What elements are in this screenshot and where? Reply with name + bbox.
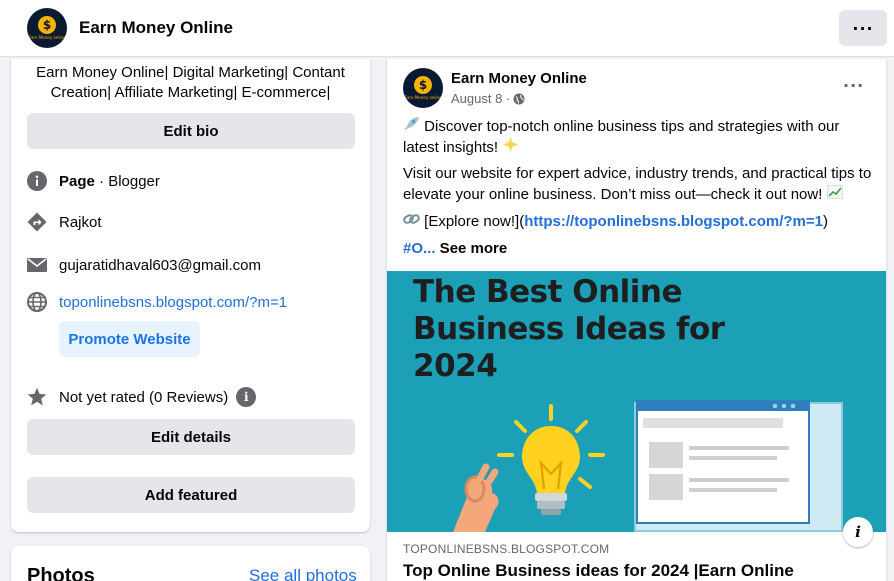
- website-link[interactable]: toponlinebsns.blogspot.com/?m=1: [59, 294, 287, 311]
- location-row: Rajkot: [27, 212, 102, 232]
- email-text[interactable]: gujaratidhaval603@gmail.com: [59, 257, 261, 274]
- ad-info-icon[interactable]: i: [843, 517, 873, 547]
- directions-icon: [27, 212, 47, 232]
- intro-card: Earn Money Online| Digital Marketing| Co…: [11, 59, 370, 532]
- page-type-label: Page: [59, 172, 95, 190]
- logo-tag: Earn Money online: [28, 35, 66, 40]
- link-icon: [403, 213, 424, 230]
- link-preview-domain[interactable]: TOPONLINEBSNS.BLOGSPOT.COM: [403, 542, 609, 556]
- star-icon: [27, 387, 47, 407]
- post-more-options-icon[interactable]: ···: [843, 76, 864, 95]
- globe-icon: [27, 292, 47, 312]
- post-text-line-3: [Explore now!](https://toponlinebsns.blo…: [403, 211, 873, 232]
- post-text-line-1: Discover top-notch online business tips …: [403, 117, 840, 156]
- page-category-row: Page · Blogger: [27, 171, 160, 191]
- page-category: · Blogger: [94, 172, 160, 190]
- post-timestamp: August 8 ·: [451, 91, 525, 106]
- photos-card: Photos See all photos: [11, 546, 370, 581]
- email-row: gujaratidhaval603@gmail.com: [27, 255, 261, 275]
- rocket-icon: [403, 117, 424, 135]
- rating-text: Not yet rated (0 Reviews): [59, 388, 229, 406]
- page-title[interactable]: Earn Money Online: [79, 18, 233, 38]
- info-icon: [27, 171, 47, 191]
- mail-icon: [27, 255, 47, 275]
- edit-bio-button[interactable]: Edit bio: [27, 113, 355, 149]
- location-text: Rajkot: [59, 213, 102, 231]
- sparkle-icon: [502, 137, 519, 156]
- edit-details-button[interactable]: Edit details: [27, 419, 355, 455]
- business-illustration: [453, 400, 843, 532]
- page-header: $ Earn Money online Earn Money Online ··…: [0, 0, 894, 57]
- post-author-avatar[interactable]: $ Earn Money online: [403, 68, 443, 108]
- post-text-line-4: #O... See more: [403, 238, 873, 259]
- rating-row: Not yet rated (0 Reviews) i: [27, 387, 257, 407]
- promote-website-button[interactable]: Promote Website: [59, 321, 200, 357]
- hashtag-link[interactable]: #O...: [403, 240, 436, 257]
- link-preview-title[interactable]: Top Online Business ideas for 2024 |Earn…: [403, 561, 794, 581]
- rating-info-icon[interactable]: i: [236, 387, 257, 407]
- post-card: $ Earn Money online Earn Money Online Au…: [387, 59, 886, 581]
- see-all-photos-link[interactable]: See all photos: [249, 566, 357, 581]
- public-globe-icon: [513, 93, 525, 105]
- post-url-link[interactable]: https://toponlinebsns.blogspot.com/?m=1: [524, 213, 823, 230]
- chart-increasing-icon: [826, 185, 843, 203]
- see-more-button[interactable]: See more: [436, 240, 508, 257]
- post-link-image[interactable]: The Best Online Business Ideas for 2024: [387, 271, 886, 532]
- post-text-line-2: Visit our website for expert advice, ind…: [403, 165, 872, 203]
- add-featured-button[interactable]: Add featured: [27, 477, 355, 513]
- more-options-button[interactable]: ···: [839, 10, 887, 46]
- more-horizontal-icon: ···: [852, 18, 874, 38]
- page-logo[interactable]: $ Earn Money online: [27, 8, 67, 48]
- photos-heading: Photos: [27, 565, 95, 581]
- page-bio: Earn Money Online| Digital Marketing| Co…: [36, 64, 345, 101]
- post-author-name[interactable]: Earn Money Online: [451, 70, 587, 87]
- website-row: toponlinebsns.blogspot.com/?m=1: [27, 292, 287, 312]
